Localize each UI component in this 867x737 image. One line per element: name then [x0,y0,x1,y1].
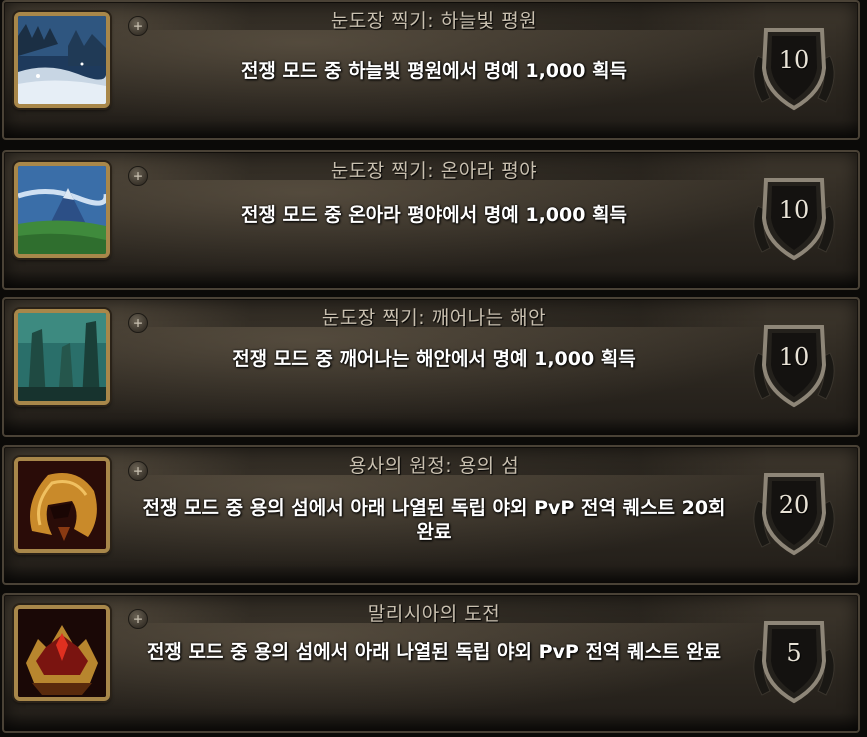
achievement-row[interactable]: + 눈도장 찍기: 깨어나는 해안 전쟁 모드 중 깨어나는 해안에서 명예 1… [2,297,860,437]
achievement-title: 용사의 원정: 용의 섬 [348,455,520,477]
achievement-description: 전쟁 모드 중 온아라 평야에서 명예 1,000 획득 [240,204,628,226]
achievement-row[interactable]: + 말리시아의 도전 전쟁 모드 중 용의 섬에서 아래 나열된 독립 야외 P… [2,593,860,733]
achievement-row[interactable]: + 용사의 원정: 용의 섬 전쟁 모드 중 용의 섬에서 아래 나열된 독립 … [2,445,860,585]
mountain-plains-icon [14,162,110,258]
achievement-row[interactable]: + 눈도장 찍기: 하늘빛 평원 전쟁 모드 중 하늘빛 평원에서 명예 1,0… [2,0,860,140]
achievement-list: + 눈도장 찍기: 하늘빛 평원 전쟁 모드 중 하늘빛 평원에서 명예 1,0… [0,0,867,737]
snowy-plains-icon [14,12,110,108]
achievement-points: 10 [778,196,810,224]
points-shield: 10 [744,16,844,116]
points-shield: 10 [744,313,844,413]
points-shield: 20 [744,461,844,561]
dragon-helm-icon [14,457,110,553]
crimson-helm-icon [14,605,110,701]
achievement-title: 눈도장 찍기: 온아라 평야 [330,160,538,182]
achievement-points: 5 [786,639,802,667]
achievement-points: 20 [778,491,810,519]
achievement-points: 10 [778,343,810,371]
achievement-row[interactable]: + 눈도장 찍기: 온아라 평야 전쟁 모드 중 온아라 평야에서 명예 1,0… [2,150,860,290]
achievement-title: 말리시아의 도전 [367,603,501,625]
achievement-title: 눈도장 찍기: 깨어나는 해안 [321,307,547,329]
achievement-description: 전쟁 모드 중 용의 섬에서 아래 나열된 독립 야외 PvP 전역 퀘스트 2… [142,497,726,543]
achievement-description: 전쟁 모드 중 하늘빛 평원에서 명예 1,000 획득 [240,60,628,82]
points-shield: 5 [744,609,844,709]
achievement-title: 눈도장 찍기: 하늘빛 평원 [330,10,538,32]
coast-rocks-icon [14,309,110,405]
points-shield: 10 [744,166,844,266]
achievement-description: 전쟁 모드 중 깨어나는 해안에서 명예 1,000 획득 [232,348,636,370]
achievement-points: 10 [778,46,810,74]
achievement-description: 전쟁 모드 중 용의 섬에서 아래 나열된 독립 야외 PvP 전역 퀘스트 완… [146,641,722,663]
